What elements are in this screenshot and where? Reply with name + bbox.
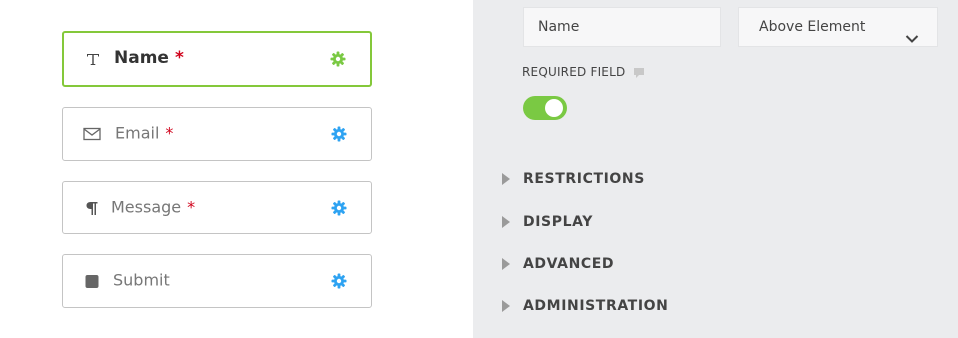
section-display[interactable]: DISPLAY <box>502 212 593 232</box>
section-administration[interactable]: ADMINISTRATION <box>502 296 668 316</box>
gear-icon[interactable] <box>331 126 347 142</box>
required-asterisk: * <box>165 123 174 143</box>
gear-icon[interactable] <box>331 200 347 216</box>
caret-right-icon <box>502 258 510 270</box>
field-name[interactable]: Name * <box>62 31 372 87</box>
gear-icon[interactable] <box>331 273 347 289</box>
gear-icon[interactable] <box>330 51 346 67</box>
section-advanced[interactable]: ADVANCED <box>502 254 614 274</box>
envelope-icon <box>83 125 101 143</box>
section-restrictions[interactable]: RESTRICTIONS <box>502 169 645 189</box>
caret-right-icon <box>502 300 510 312</box>
field-label: Name * <box>114 48 184 68</box>
field-label: Email * <box>115 123 174 143</box>
caret-right-icon <box>502 173 510 185</box>
square-icon <box>83 272 101 290</box>
section-title: ADMINISTRATION <box>523 298 669 314</box>
required-asterisk: * <box>174 48 184 68</box>
section-title: ADVANCED <box>523 256 615 272</box>
required-field-label: REQUIRED FIELD <box>522 65 626 79</box>
field-submit[interactable]: Submit <box>62 254 372 308</box>
label-position-value: Above Element <box>759 19 866 35</box>
label-text-input[interactable]: Name <box>523 7 721 47</box>
comment-help-icon[interactable] <box>633 64 645 83</box>
label-position-select[interactable]: Above Element <box>738 7 938 47</box>
caret-right-icon <box>502 216 510 228</box>
field-label: Message * <box>111 197 196 217</box>
field-message[interactable]: Message * <box>62 181 372 234</box>
toggle-knob <box>545 99 563 117</box>
field-label: Submit <box>113 270 170 290</box>
form-fields-pane: Name * Email * Message * Submit <box>0 0 473 338</box>
section-title: RESTRICTIONS <box>523 171 645 187</box>
field-email[interactable]: Email * <box>62 107 372 161</box>
required-toggle[interactable] <box>523 96 567 120</box>
required-asterisk: * <box>187 197 196 217</box>
paragraph-icon <box>83 199 101 217</box>
text-t-icon <box>84 50 102 68</box>
chevron-down-icon <box>905 21 919 59</box>
section-title: DISPLAY <box>523 214 593 230</box>
